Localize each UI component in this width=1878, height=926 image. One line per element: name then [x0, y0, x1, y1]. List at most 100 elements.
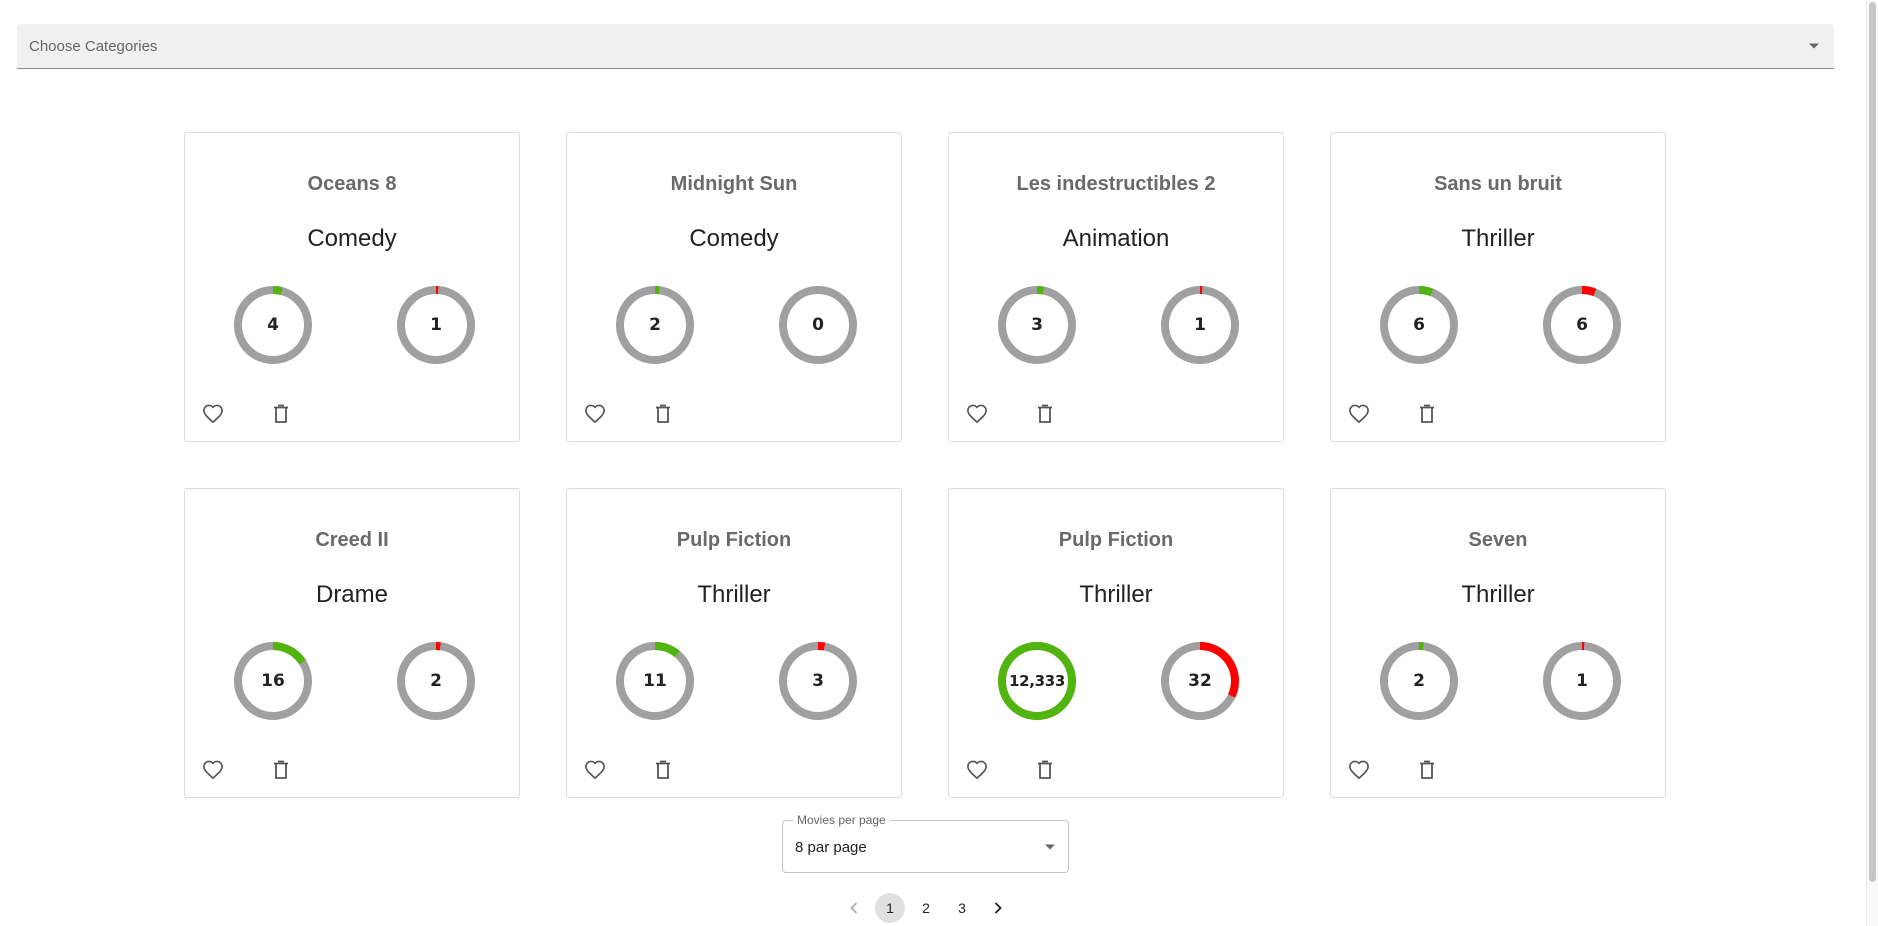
trash-icon — [1420, 760, 1434, 779]
movie-category: Drame — [315, 581, 388, 608]
dislikes-gauge: 0 — [778, 285, 858, 365]
dislikes-gauge: 6 — [1542, 285, 1622, 365]
likes-count: 6 — [1413, 315, 1425, 335]
likes-count: 16 — [261, 671, 285, 691]
like-button[interactable] — [198, 755, 228, 785]
heart-outline-icon — [967, 760, 987, 780]
likes-gauge: 3 — [997, 285, 1077, 365]
delete-button[interactable] — [266, 755, 296, 785]
movie-category: Thriller — [697, 581, 771, 608]
likes-gauge: 16 — [233, 641, 313, 721]
movie-card: Seven Thriller 2 1 — [1330, 488, 1666, 798]
likes-gauge: 4 — [233, 285, 313, 365]
movie-category: Thriller — [1461, 225, 1535, 252]
heart-outline-icon — [585, 404, 605, 424]
dislikes-gauge: 1 — [396, 285, 476, 365]
movie-title: Creed II — [315, 529, 389, 551]
movie-title: Les indestructibles 2 — [1016, 173, 1216, 195]
likes-count: 11 — [643, 671, 667, 691]
likes-gauge: 2 — [1379, 641, 1459, 721]
dislikes-gauge: 1 — [1542, 641, 1622, 721]
next-page-button[interactable] — [983, 893, 1013, 923]
likes-count: 2 — [649, 315, 661, 335]
like-button[interactable] — [580, 755, 610, 785]
heart-outline-icon — [203, 760, 223, 780]
trash-icon — [274, 404, 288, 423]
heart-outline-icon — [585, 760, 605, 780]
likes-count: 12,333 — [1008, 672, 1066, 690]
category-select-placeholder: Choose Categories — [29, 38, 158, 55]
scrollbar-thumb[interactable] — [1869, 2, 1876, 882]
delete-button[interactable] — [648, 399, 678, 429]
likes-gauge: 11 — [615, 641, 695, 721]
movie-title: Pulp Fiction — [1058, 529, 1174, 551]
dislikes-count: 6 — [1576, 315, 1588, 335]
movie-title: Oceans 8 — [307, 173, 397, 195]
like-button[interactable] — [1344, 755, 1374, 785]
heart-outline-icon — [203, 404, 223, 424]
like-button[interactable] — [580, 399, 610, 429]
like-button[interactable] — [1344, 399, 1374, 429]
likes-gauge: 12,333 — [997, 641, 1077, 721]
likes-gauge: 2 — [615, 285, 695, 365]
trash-icon — [274, 760, 288, 779]
dislikes-count: 2 — [430, 671, 442, 691]
movie-card: Les indestructibles 2 Animation 3 1 — [948, 132, 1284, 442]
movie-card: Pulp Fiction Thriller 11 3 — [566, 488, 902, 798]
movie-title: Seven — [1468, 529, 1528, 551]
delete-button[interactable] — [1030, 399, 1060, 429]
dislikes-count: 0 — [812, 315, 824, 335]
movies-per-page-label: Movies per page — [793, 813, 890, 827]
dropdown-arrow-icon — [1045, 844, 1055, 850]
prev-page-button[interactable] — [839, 893, 869, 923]
like-button[interactable] — [962, 755, 992, 785]
delete-button[interactable] — [648, 755, 678, 785]
dislikes-gauge: 2 — [396, 641, 476, 721]
page-button-3[interactable]: 3 — [947, 893, 977, 923]
movie-category: Comedy — [689, 225, 779, 252]
chevron-right-icon — [994, 902, 1002, 914]
movie-category: Thriller — [1079, 581, 1153, 608]
dislikes-gauge: 1 — [1160, 285, 1240, 365]
movie-card: Midnight Sun Comedy 2 0 — [566, 132, 902, 442]
page-button-1[interactable]: 1 — [875, 893, 905, 923]
heart-outline-icon — [1349, 760, 1369, 780]
trash-icon — [1038, 404, 1052, 423]
movie-card: Pulp Fiction Thriller 12,333 32 — [948, 488, 1284, 798]
movie-category: Comedy — [307, 225, 397, 252]
movie-title: Sans un bruit — [1434, 173, 1562, 195]
delete-button[interactable] — [1412, 755, 1442, 785]
trash-icon — [1038, 760, 1052, 779]
trash-icon — [656, 404, 670, 423]
movie-card: Creed II Drame 16 2 — [184, 488, 520, 798]
chevron-left-icon — [850, 902, 858, 914]
heart-outline-icon — [1349, 404, 1369, 424]
delete-button[interactable] — [1412, 399, 1442, 429]
dislikes-gauge: 32 — [1160, 641, 1240, 721]
scrollbar[interactable] — [1866, 0, 1878, 926]
dislikes-count: 1 — [1194, 315, 1206, 335]
dislikes-count: 1 — [1576, 671, 1588, 691]
dislikes-count: 32 — [1188, 671, 1212, 691]
dislikes-count: 3 — [812, 671, 824, 691]
like-button[interactable] — [198, 399, 228, 429]
dropdown-arrow-icon — [1809, 43, 1819, 49]
pagination: 1 2 3 — [836, 893, 1016, 923]
likes-gauge: 6 — [1379, 285, 1459, 365]
movie-category: Animation — [1062, 225, 1170, 252]
page-button-2[interactable]: 2 — [911, 893, 941, 923]
delete-button[interactable] — [266, 399, 296, 429]
movies-per-page-select[interactable]: Movies per page 8 par page — [782, 813, 1069, 873]
movies-per-page-value: 8 par page — [795, 839, 867, 856]
movie-card: Sans un bruit Thriller 6 6 — [1330, 132, 1666, 442]
movie-title: Pulp Fiction — [676, 529, 792, 551]
likes-count: 2 — [1413, 671, 1425, 691]
trash-icon — [656, 760, 670, 779]
likes-count: 3 — [1031, 315, 1043, 335]
movie-title: Midnight Sun — [670, 173, 798, 195]
like-button[interactable] — [962, 399, 992, 429]
movie-category: Thriller — [1461, 581, 1535, 608]
category-select[interactable]: Choose Categories — [17, 24, 1834, 69]
heart-outline-icon — [967, 404, 987, 424]
delete-button[interactable] — [1030, 755, 1060, 785]
